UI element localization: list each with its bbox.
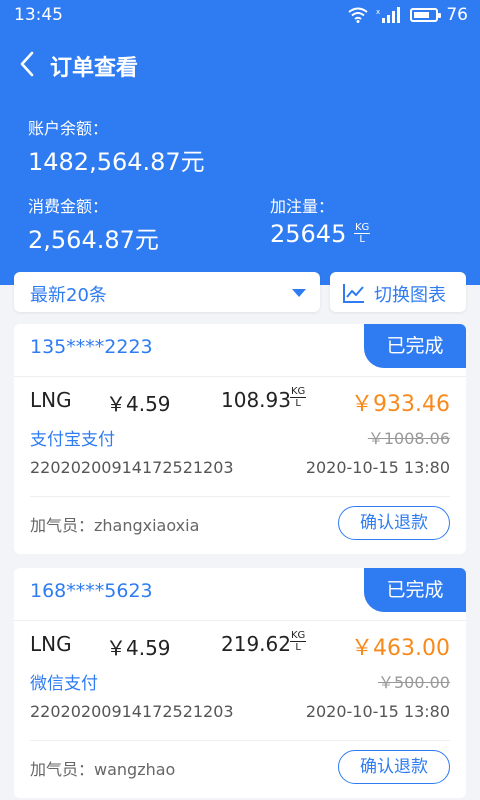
fuel-type: LNG [30, 632, 72, 656]
switch-chart-label: 切换图表 [374, 285, 446, 306]
spend-label: 消费金额： [28, 197, 109, 216]
quantity-unit-bottom: L [295, 642, 301, 653]
staff-name: 加气员：wangzhao [30, 760, 176, 779]
balance-label: 账户余额： [28, 119, 109, 138]
quantity-unit-top: KG [290, 630, 307, 642]
back-arrow-icon[interactable] [14, 48, 44, 80]
divider [14, 620, 466, 621]
signal-icon: x [376, 7, 401, 23]
filter-dropdown[interactable]: 最新20条 [14, 272, 320, 312]
volume-unit: KG L [354, 222, 371, 245]
order-datetime: 2020-10-15 13:80 [305, 702, 450, 721]
order-datetime: 2020-10-15 13:80 [305, 458, 450, 477]
quantity-unit-top: KG [290, 386, 307, 398]
order-amount: ￥933.46 [351, 392, 450, 417]
order-number: 22020200914172521203 [30, 458, 234, 477]
confirm-refund-button[interactable]: 确认退款 [338, 506, 450, 540]
wifi-icon [348, 7, 368, 23]
payment-method: 微信支付 [30, 674, 98, 694]
original-price: ￥1008.06 [367, 429, 450, 448]
balance-value: 1482,564.87元 [28, 148, 205, 176]
fuel-type: LNG [30, 388, 72, 412]
order-number: 22020200914172521203 [30, 702, 234, 721]
divider [30, 496, 450, 497]
status-badge: 已完成 [364, 568, 466, 612]
order-phone: 168****5623 [30, 580, 153, 602]
quantity-unit: KG L [290, 630, 307, 653]
payment-method: 支付宝支付 [30, 430, 115, 450]
volume-label: 加注量： [270, 197, 335, 216]
svg-text:x: x [376, 8, 380, 16]
volume-unit-bottom: L [359, 234, 365, 245]
battery-level: 76 [446, 5, 468, 25]
staff-name: 加气员：zhangxiaoxia [30, 516, 200, 535]
volume-value: 25645 [270, 220, 347, 248]
status-badge: 已完成 [364, 324, 466, 368]
caret-down-icon [292, 289, 306, 297]
status-bar: 13:45 x 76 [0, 0, 480, 30]
status-icons: x 76 [348, 5, 468, 25]
nav-bar: 订单查看 [0, 40, 480, 88]
divider [14, 376, 466, 377]
order-phone: 135****2223 [30, 336, 153, 358]
battery-icon [410, 8, 442, 22]
order-card: 168****5623 已完成 LNG ￥4.59 219.62 KG L ￥4… [14, 568, 466, 798]
filter-selected: 最新20条 [30, 285, 107, 306]
spend-value: 2,564.87元 [28, 226, 159, 254]
volume-unit-top: KG [354, 222, 371, 234]
quantity-unit-bottom: L [295, 398, 301, 409]
quantity: 108.93 [221, 388, 291, 412]
status-time: 13:45 [14, 5, 63, 25]
page-title: 订单查看 [50, 56, 139, 81]
confirm-refund-button[interactable]: 确认退款 [338, 750, 450, 784]
divider [30, 740, 450, 741]
unit-price: ￥4.59 [106, 636, 171, 660]
line-chart-icon [343, 284, 364, 303]
quantity: 219.62 [221, 632, 291, 656]
order-card: 135****2223 已完成 LNG ￥4.59 108.93 KG L ￥9… [14, 324, 466, 554]
unit-price: ￥4.59 [106, 392, 171, 416]
switch-chart-button[interactable]: 切换图表 [330, 272, 466, 312]
quantity-unit: KG L [290, 386, 307, 409]
order-amount: ￥463.00 [351, 636, 450, 661]
original-price: ￥500.00 [378, 673, 450, 692]
